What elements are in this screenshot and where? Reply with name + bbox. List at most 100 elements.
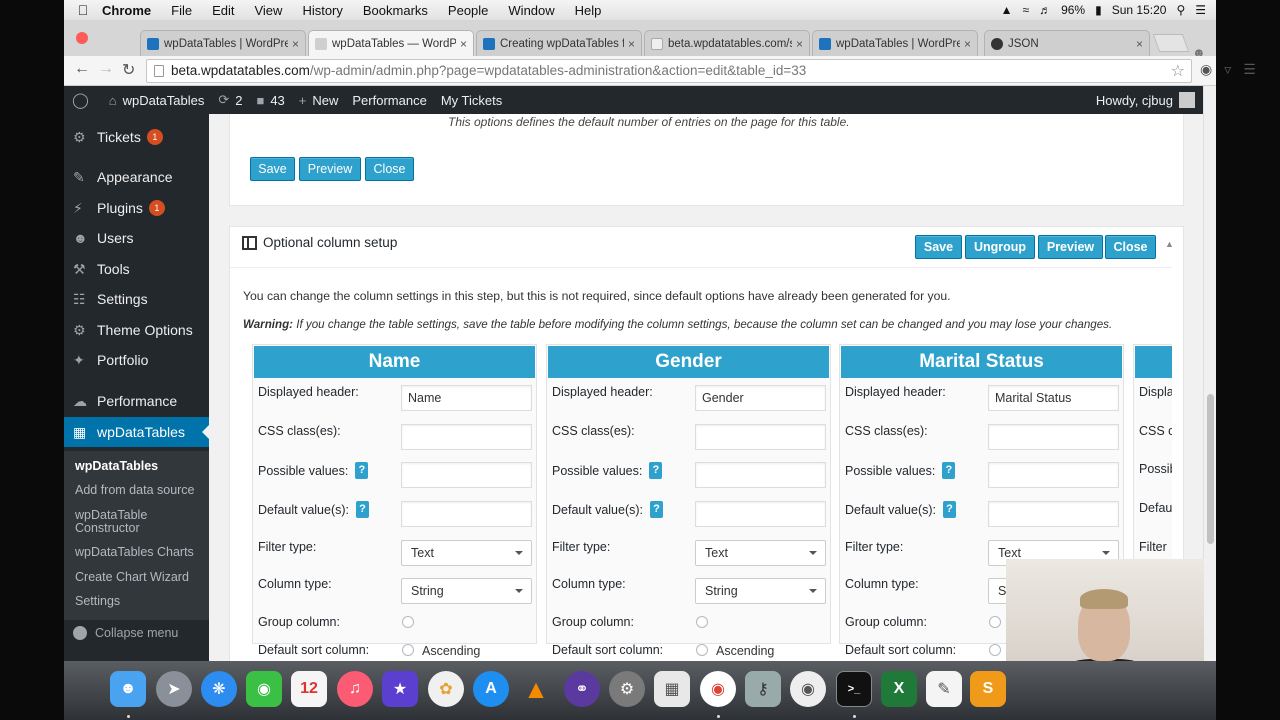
sidebar-item-settings[interactable]: ☷ Settings (64, 284, 209, 314)
css-classes-input[interactable] (988, 424, 1119, 450)
back-icon[interactable]: ← (74, 60, 90, 78)
menu-edit[interactable]: Edit (212, 3, 234, 18)
close-tab-icon[interactable]: × (964, 37, 971, 51)
itunes-icon[interactable]: ♫ (337, 671, 373, 707)
menu-view[interactable]: View (254, 3, 282, 18)
app-store-icon[interactable]: A (473, 671, 509, 707)
help-icon[interactable]: ? (355, 462, 369, 479)
default-values-input[interactable] (401, 501, 532, 527)
notifications-icon[interactable]: ☰ (1195, 3, 1206, 17)
page-scrollbar[interactable] (1203, 86, 1216, 661)
address-bar[interactable]: beta.wpdatatables.com/wp-admin/admin.php… (146, 59, 1192, 83)
extension-icon[interactable]: ▿ (1224, 61, 1231, 78)
sidebar-item-tools[interactable]: ⚒ Tools (64, 254, 209, 284)
submenu-wpdatatables[interactable]: wpDataTables (75, 459, 158, 473)
sort-ascending-radio[interactable] (402, 644, 414, 656)
column-type-select[interactable]: String (401, 578, 532, 604)
menu-history[interactable]: History (302, 3, 342, 18)
help-icon[interactable]: ? (942, 462, 956, 479)
updates-link[interactable]: ⟳ 2 (218, 92, 242, 108)
launchpad-icon[interactable]: ➤ (156, 671, 192, 707)
tab-4[interactable]: beta.wpdatatables.com/s × (644, 30, 810, 56)
group-column-radio[interactable] (989, 616, 1001, 628)
collapse-menu[interactable]: Collapse menu (73, 626, 178, 640)
close-tab-icon[interactable]: × (628, 37, 635, 51)
possible-values-input[interactable] (401, 462, 532, 488)
sort-ascending-radio[interactable] (696, 644, 708, 656)
default-values-input[interactable] (695, 501, 826, 527)
menu-app-name[interactable]: Chrome (102, 3, 151, 18)
css-classes-input[interactable] (695, 424, 826, 450)
wifi-app-icon[interactable]: ⚭ (564, 671, 600, 707)
close-tab-icon[interactable]: × (796, 37, 803, 51)
new-tab-button[interactable] (1152, 34, 1190, 52)
sidebar-item-theme-options[interactable]: ⚙ Theme Options (64, 315, 209, 345)
tab-3[interactable]: Creating wpDataTables fr × (476, 30, 642, 56)
facetime-icon[interactable]: ◉ (246, 671, 282, 707)
possible-values-input[interactable] (695, 462, 826, 488)
scrollbar-thumb[interactable] (1207, 394, 1214, 544)
help-icon[interactable]: ? (649, 462, 663, 479)
forward-icon[interactable]: → (98, 60, 114, 78)
close-tab-icon[interactable]: × (460, 37, 467, 51)
clock[interactable]: Sun 15:20 (1112, 3, 1167, 17)
apple-icon[interactable]:  (64, 2, 102, 18)
close-button[interactable]: Close (1105, 235, 1156, 259)
textedit-icon[interactable]: ✎ (926, 671, 962, 707)
sidebar-item-appearance[interactable]: ✎ Appearance (64, 162, 209, 192)
help-icon[interactable]: ? (943, 501, 957, 518)
submenu-constructor-line2[interactable]: Constructor (75, 521, 140, 535)
displayed-header-input[interactable]: Name (401, 385, 532, 411)
menu-window[interactable]: Window (508, 3, 554, 18)
system-preferences-icon[interactable]: ⚙ (609, 671, 645, 707)
help-icon[interactable]: ? (650, 501, 664, 518)
chrome-icon[interactable]: ◉ (700, 671, 736, 707)
collapse-card-icon[interactable]: ▲ (1165, 239, 1174, 249)
filter-type-select[interactable]: Text (695, 540, 826, 566)
safari-icon[interactable]: ❋ (201, 671, 237, 707)
calculator-icon[interactable]: ▦ (654, 671, 690, 707)
tab-5[interactable]: wpDataTables | WordPre × (812, 30, 978, 56)
column-type-select[interactable]: String (695, 578, 826, 604)
volume-icon[interactable]: ♬ (1039, 3, 1051, 17)
excel-icon[interactable]: X (881, 671, 917, 707)
comments-link[interactable]: ■ 43 (256, 93, 284, 108)
menu-file[interactable]: File (171, 3, 192, 18)
sort-ascending-radio[interactable] (989, 644, 1001, 656)
css-classes-input[interactable] (401, 424, 532, 450)
tab-1[interactable]: wpDataTables | WordPre × (140, 30, 306, 56)
sidebar-item-portfolio[interactable]: ✦ Portfolio (64, 345, 209, 375)
performance-link[interactable]: Performance (352, 93, 426, 108)
wordpress-logo-icon[interactable]: ◯ (72, 91, 95, 109)
group-column-radio[interactable] (402, 616, 414, 628)
vlc-icon[interactable]: ▲ (518, 671, 554, 707)
reload-icon[interactable]: ↻ (122, 60, 135, 80)
menu-help[interactable]: Help (575, 3, 602, 18)
menu-bookmarks[interactable]: Bookmarks (363, 3, 428, 18)
submenu-charts[interactable]: wpDataTables Charts (75, 545, 194, 559)
displayed-header-input[interactable]: Marital Status (988, 385, 1119, 411)
sublime-text-icon[interactable]: S (970, 671, 1006, 707)
photos-icon[interactable]: ✿ (428, 671, 464, 707)
tab-6[interactable]: JSON × (984, 30, 1150, 56)
wifi-icon[interactable]: ≈ (1022, 3, 1029, 17)
ungroup-button[interactable]: Ungroup (965, 235, 1035, 259)
displayed-header-input[interactable]: Gender (695, 385, 826, 411)
menu-people[interactable]: People (448, 3, 488, 18)
bookmark-star-icon[interactable]: ☆ (1171, 61, 1185, 83)
save-button[interactable]: Save (915, 235, 962, 259)
keychain-icon[interactable]: ⚷ (745, 671, 781, 707)
sidebar-item-plugins[interactable]: ⚡ Plugins 1 (64, 193, 209, 223)
preview-button[interactable]: Preview (1038, 235, 1103, 259)
new-content-link[interactable]: + New (299, 93, 339, 108)
submenu-add-from-data-source[interactable]: Add from data source (75, 483, 195, 497)
chrome-menu-icon[interactable]: ☰ (1243, 61, 1256, 78)
submenu-settings[interactable]: Settings (75, 594, 120, 608)
default-values-input[interactable] (988, 501, 1119, 527)
account-menu[interactable]: Howdy, cjbug (1096, 92, 1203, 108)
group-column-radio[interactable] (696, 616, 708, 628)
battery-icon[interactable]: ▮ (1095, 3, 1102, 17)
save-button[interactable]: Save (250, 157, 295, 181)
adobe-icon[interactable]: ▲ (1001, 3, 1013, 17)
help-icon[interactable]: ? (356, 501, 370, 518)
